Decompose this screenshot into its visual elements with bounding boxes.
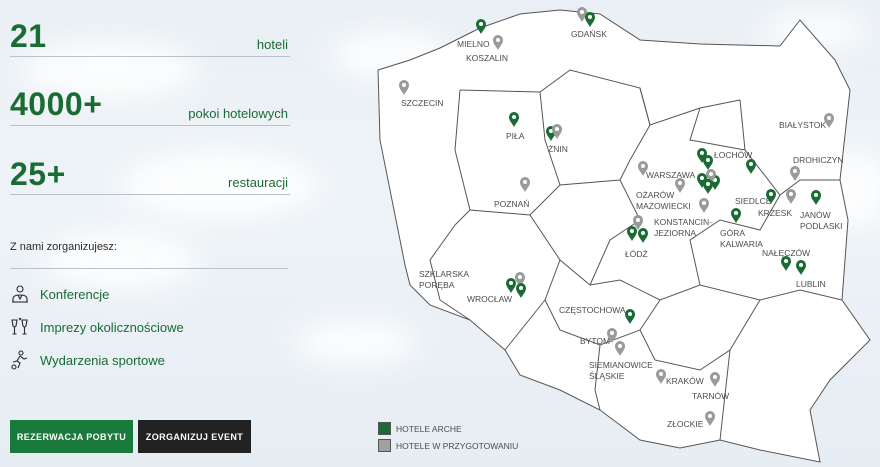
legend-swatch-arche <box>378 422 391 435</box>
city-label-koszalin: KOSZALIN <box>466 53 508 63</box>
city-label-szczecin: SZCZECIN <box>401 98 444 108</box>
city-label-pila: PIŁA <box>506 131 525 141</box>
city-label-tarnow: TARNÓW <box>692 391 729 401</box>
city-label-lodz: ŁÓDŹ <box>625 249 648 259</box>
city-label-czestochowa: CZĘSTOCHOWA <box>559 305 626 315</box>
country-outline <box>377 9 871 463</box>
city-label-bytom: BYTOM <box>580 336 610 346</box>
legend-swatch-preparing <box>378 439 391 452</box>
city-label-poznan: POZNAŃ <box>494 199 529 209</box>
voivodeship-shapes <box>377 9 871 463</box>
city-label-krzesk: KRZESK <box>758 208 792 218</box>
city-label-zlockie: ZŁOCKIE <box>667 419 704 429</box>
legend-label-preparing: HOTELE W PRZYGOTOWANIU <box>396 441 519 451</box>
city-label-wroclaw: WROCŁAW <box>467 294 512 304</box>
city-label-bialystok: BIAŁYSTOK <box>779 120 826 130</box>
city-label-gdansk: GDAŃSK <box>571 29 607 39</box>
legend-label-arche: HOTELE ARCHE <box>396 424 462 434</box>
city-label-lublin: LUBLIN <box>796 279 826 289</box>
poland-map: MIELNO KOSZALIN GDAŃSK SZCZECIN PIŁA ŻNIN BIAŁ… <box>377 7 871 463</box>
city-label-warszawa: WARSZAWA <box>646 170 695 180</box>
city-label-krakow: KRAKÓW <box>666 376 704 386</box>
city-label-lochow: ŁOCHÓW <box>714 150 752 160</box>
city-label-drohiczyn: DROHICZYN <box>793 155 844 165</box>
city-label-mielno: MIELNO <box>457 39 490 49</box>
city-label-siedlce: SIEDLCE <box>735 196 772 206</box>
city-label-znin: ŻNIN <box>548 144 568 154</box>
